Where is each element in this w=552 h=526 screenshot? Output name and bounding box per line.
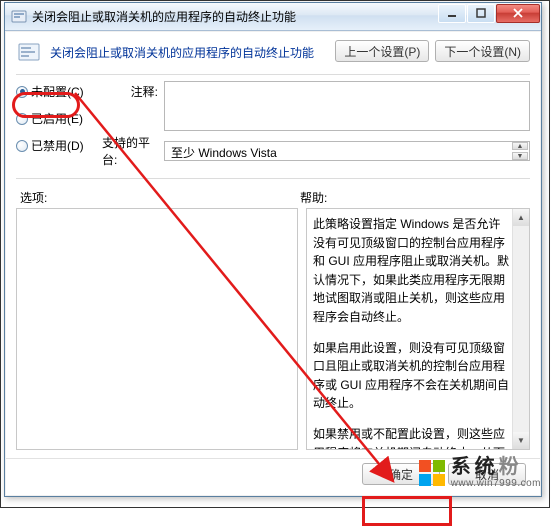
radio-not-configured[interactable]: 未配置(C) [16,83,102,100]
config-area: 未配置(C) 已启用(E) 已禁用(D) 注释: 支持的平台: [6,81,540,174]
client-area: 关闭会阻止或取消关机的应用程序的自动终止功能 上一个设置(P) 下一个设置(N)… [6,32,540,495]
radio-dot-icon [16,140,28,152]
window-controls [437,4,540,23]
divider [16,74,530,75]
radio-enabled[interactable]: 已启用(E) [16,110,102,127]
panels: 此策略设置指定 Windows 是否允许没有可见顶级窗口的控制台应用程序和 GU… [6,208,540,458]
fields-col: 至少 Windows Vista ▲ ▼ [164,81,530,168]
maximize-button[interactable] [467,4,495,23]
help-paragraph: 如果启用此设置，则没有可见顶级窗口且阻止或取消关机的控制台应用程序或 GUI 应… [313,339,511,413]
radio-dot-icon [16,113,28,125]
radio-dot-icon [16,86,28,98]
cancel-button[interactable]: 取消 [448,463,526,485]
ok-button[interactable]: 确定 [362,463,440,485]
close-icon [513,7,523,21]
radio-not-configured-label: 未配置(C) [31,83,84,100]
comment-textarea[interactable] [164,81,530,131]
help-heading: 帮助: [300,189,526,206]
supported-platform-value: 至少 Windows Vista [171,146,277,160]
help-paragraph: 此策略设置指定 Windows 是否允许没有可见顶级窗口的控制台应用程序和 GU… [313,215,511,327]
minimize-button[interactable] [438,4,466,23]
scroll-up-button[interactable]: ▲ [512,142,528,150]
maximize-icon [476,7,486,21]
help-text: 此策略设置指定 Windows 是否允许没有可见顶级窗口的控制台应用程序和 GU… [307,209,529,450]
radio-enabled-label: 已启用(E) [31,110,83,127]
radio-disabled-label: 已禁用(D) [31,137,84,154]
page-outer-border: 关闭会阻止或取消关机的应用程序的自动终止功能 [0,0,550,508]
close-button[interactable] [496,4,540,23]
dialog-window: 关闭会阻止或取消关机的应用程序的自动终止功能 [4,2,542,497]
supported-platform-box: 至少 Windows Vista ▲ ▼ [164,141,530,161]
divider [16,178,530,179]
next-setting-button[interactable]: 下一个设置(N) [435,40,530,62]
policy-header-icon [16,40,42,66]
annotation-box-ok [362,496,452,526]
scrollbar-track[interactable] [513,226,529,432]
scroll-down-icon[interactable]: ▼ [513,432,529,449]
titlebar[interactable]: 关闭会阻止或取消关机的应用程序的自动终止功能 [5,3,541,31]
policy-dialog-icon [11,9,27,25]
options-heading: 选项: [20,189,300,206]
supported-label: 支持的平台: [102,134,158,168]
header-row: 关闭会阻止或取消关机的应用程序的自动终止功能 上一个设置(P) 下一个设置(N) [6,32,540,70]
help-paragraph: 如果禁用或不配置此设置，则这些应用程序将在关机期间自动终止，从而有助于确保 Wi… [313,425,511,450]
scroll-up-icon[interactable]: ▲ [513,209,529,226]
nav-buttons: 上一个设置(P) 下一个设置(N) [335,40,530,62]
help-scrollbar[interactable]: ▲ ▼ [512,209,529,449]
minimize-icon [447,7,457,21]
section-headers: 选项: 帮助: [6,185,540,208]
labels-col: 注释: 支持的平台: [102,81,164,168]
help-panel: 此策略设置指定 Windows 是否允许没有可见顶级窗口的控制台应用程序和 GU… [306,208,530,450]
prev-setting-button[interactable]: 上一个设置(P) [335,40,429,62]
scroll-down-button[interactable]: ▼ [512,152,528,160]
radio-disabled[interactable]: 已禁用(D) [16,137,102,154]
options-panel [16,208,298,450]
radio-group: 未配置(C) 已启用(E) 已禁用(D) [16,81,102,168]
button-row: 确定 取消 [6,458,540,491]
page-title: 关闭会阻止或取消关机的应用程序的自动终止功能 [50,40,335,61]
comment-label: 注释: [131,83,158,100]
